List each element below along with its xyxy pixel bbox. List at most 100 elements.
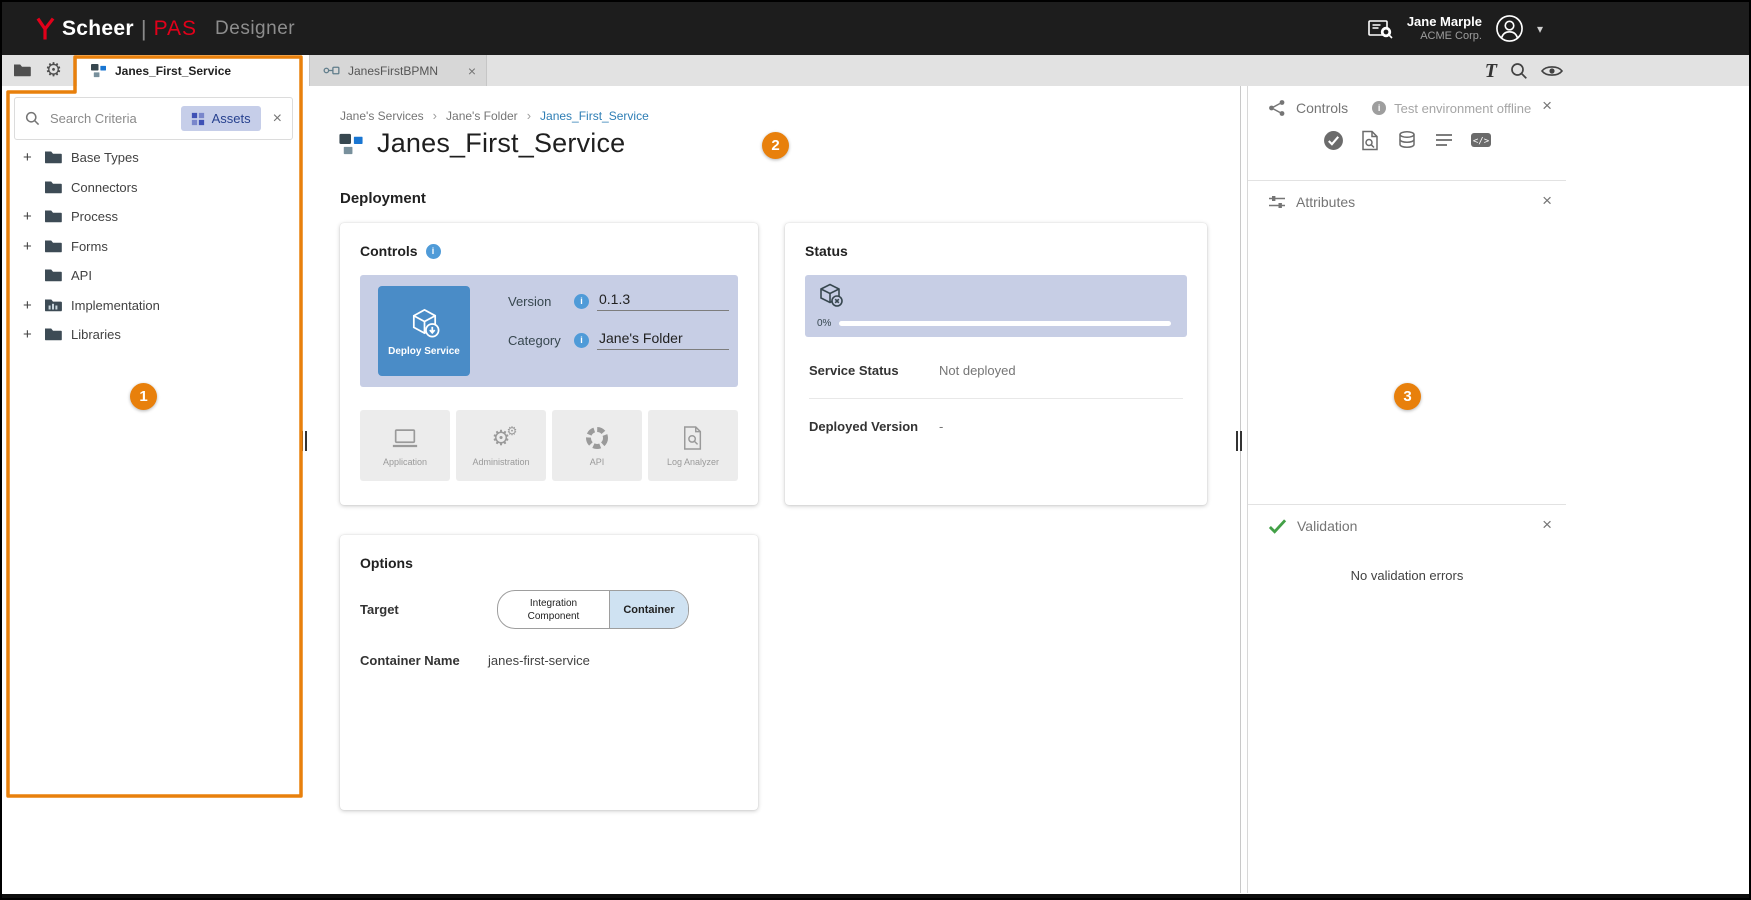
expand-icon[interactable]: +	[23, 238, 38, 255]
category-label: Category	[508, 333, 566, 348]
package-x-icon	[817, 281, 843, 312]
tree-item-label: Connectors	[71, 180, 137, 195]
tree-item-connectors[interactable]: Connectors	[2, 173, 305, 203]
search-icon[interactable]	[1510, 62, 1528, 80]
category-input[interactable]: Jane's Folder	[597, 330, 729, 350]
laptop-icon	[391, 424, 419, 452]
gear-icon[interactable]: ⚙	[40, 58, 67, 83]
folder-icon	[44, 150, 62, 165]
deploy-actions: Application ⚙⚙ Administration API	[360, 410, 738, 481]
api-icon	[585, 424, 609, 452]
tree-item-forms[interactable]: + Forms	[2, 232, 305, 262]
tree-item-label: Forms	[71, 239, 108, 254]
administration-button[interactable]: ⚙⚙ Administration	[456, 410, 546, 481]
log-search-icon	[682, 424, 704, 452]
deploy-package-icon	[408, 306, 441, 339]
brand: Scheer | PAS Designer	[36, 2, 295, 55]
progress-percent: 0%	[817, 318, 831, 329]
expand-icon[interactable]: +	[23, 297, 38, 314]
panel-resize-handle-left[interactable]	[301, 431, 307, 451]
folder-icon	[44, 268, 62, 283]
tree-item-base-types[interactable]: + Base Types	[2, 143, 305, 173]
info-icon[interactable]: i	[426, 244, 441, 259]
breadcrumb-item[interactable]: Jane's Services	[340, 109, 424, 123]
api-button[interactable]: API	[552, 410, 642, 481]
target-option-container[interactable]: Container	[609, 591, 688, 628]
tree-item-libraries[interactable]: + Libraries	[2, 320, 305, 350]
breadcrumb-item-current[interactable]: Janes_First_Service	[540, 109, 649, 123]
database-icon[interactable]	[1396, 129, 1418, 151]
tab-janesfirstbpmn[interactable]: JanesFirstBPMN ×	[309, 55, 487, 86]
user-org: ACME Corp.	[1407, 30, 1482, 44]
list-icon[interactable]	[1433, 129, 1455, 151]
tree-item-api[interactable]: API	[2, 261, 305, 291]
brand-pas: PAS	[154, 17, 197, 41]
user-info: Jane Marple ACME Corp.	[1407, 14, 1482, 44]
controls-panel-header: Controls i Test environment offline ×	[1248, 86, 1566, 117]
brand-scheer: Scheer	[62, 17, 134, 41]
close-icon[interactable]: ×	[1542, 97, 1552, 114]
controls-card: Controls i Deploy Service Version i 0.1	[340, 223, 758, 505]
tree-item-label: Base Types	[71, 150, 139, 165]
tab-close-icon[interactable]: ×	[468, 64, 476, 78]
button-label: Application	[383, 457, 427, 467]
assets-icon	[191, 112, 205, 126]
panel-resize-handle-right[interactable]	[1236, 431, 1242, 451]
search-box: Assets ×	[14, 97, 293, 140]
caret-down-icon[interactable]: ▾	[1537, 22, 1543, 36]
panel-title: Controls	[1296, 100, 1348, 116]
breadcrumb-item[interactable]: Jane's Folder	[446, 109, 518, 123]
file-search-icon[interactable]	[1359, 129, 1381, 151]
check-circle-icon[interactable]	[1322, 129, 1344, 151]
deployed-version-value: -	[939, 419, 943, 434]
category-field-row: Category i Jane's Folder	[508, 330, 729, 350]
target-option-integration-component[interactable]: Integration Component	[498, 591, 609, 628]
validation-panel-header: Validation ×	[1248, 505, 1566, 534]
log-analyzer-button[interactable]: Log Analyzer	[648, 410, 738, 481]
gears-icon: ⚙⚙	[492, 424, 511, 452]
button-label: Administration	[472, 457, 529, 467]
search-input[interactable]	[48, 110, 173, 127]
tab-bar-tools: T	[1485, 55, 1563, 86]
deployed-version-label: Deployed Version	[809, 419, 939, 434]
expand-icon[interactable]: +	[23, 326, 38, 343]
version-label: Version	[508, 294, 566, 309]
info-icon[interactable]: i	[574, 294, 589, 309]
tab-janes-first-service[interactable]: Janes_First_Service	[77, 55, 327, 86]
eye-icon[interactable]	[1541, 64, 1563, 78]
close-icon[interactable]: ×	[1542, 516, 1552, 533]
service-icon	[338, 132, 364, 156]
breadcrumb: Jane's Services › Jane's Folder › Janes_…	[340, 108, 649, 123]
assets-filter-button[interactable]: Assets	[181, 106, 261, 131]
bpmn-icon	[323, 64, 340, 77]
attributes-panel-header: Attributes ×	[1248, 181, 1566, 210]
validation-message: No validation errors	[1248, 568, 1566, 583]
text-tool-icon[interactable]: T	[1485, 61, 1497, 81]
expand-icon[interactable]: +	[23, 208, 38, 225]
code-tag-icon[interactable]: </>	[1470, 129, 1492, 151]
button-label: API	[590, 457, 605, 467]
folder-icon	[44, 327, 62, 342]
close-icon[interactable]: ×	[1542, 192, 1552, 209]
tree-item-label: Implementation	[71, 298, 160, 313]
page-title-row: Janes_First_Service	[338, 128, 625, 159]
version-input[interactable]: 0.1.3	[597, 291, 729, 311]
service-icon	[90, 63, 107, 78]
folder-icon	[44, 209, 62, 224]
info-icon[interactable]: i	[574, 333, 589, 348]
expand-icon[interactable]: +	[23, 149, 38, 166]
container-name-label: Container Name	[360, 653, 488, 668]
environment-status-text: Test environment offline	[1394, 101, 1531, 116]
deploy-service-button[interactable]: Deploy Service	[378, 286, 470, 376]
tab-label: JanesFirstBPMN	[348, 64, 438, 78]
doc-search-icon[interactable]	[1368, 18, 1394, 40]
tree-item-implementation[interactable]: + Implementation	[2, 291, 305, 321]
tree-item-process[interactable]: + Process	[2, 202, 305, 232]
main-content: Jane's Services › Jane's Folder › Janes_…	[305, 86, 1241, 893]
application-button[interactable]: Application	[360, 410, 450, 481]
avatar[interactable]	[1495, 14, 1524, 43]
user-name: Jane Marple	[1407, 14, 1482, 30]
folder-button[interactable]	[8, 58, 35, 83]
close-icon[interactable]: ×	[273, 110, 282, 128]
card-title-text: Options	[360, 555, 413, 571]
